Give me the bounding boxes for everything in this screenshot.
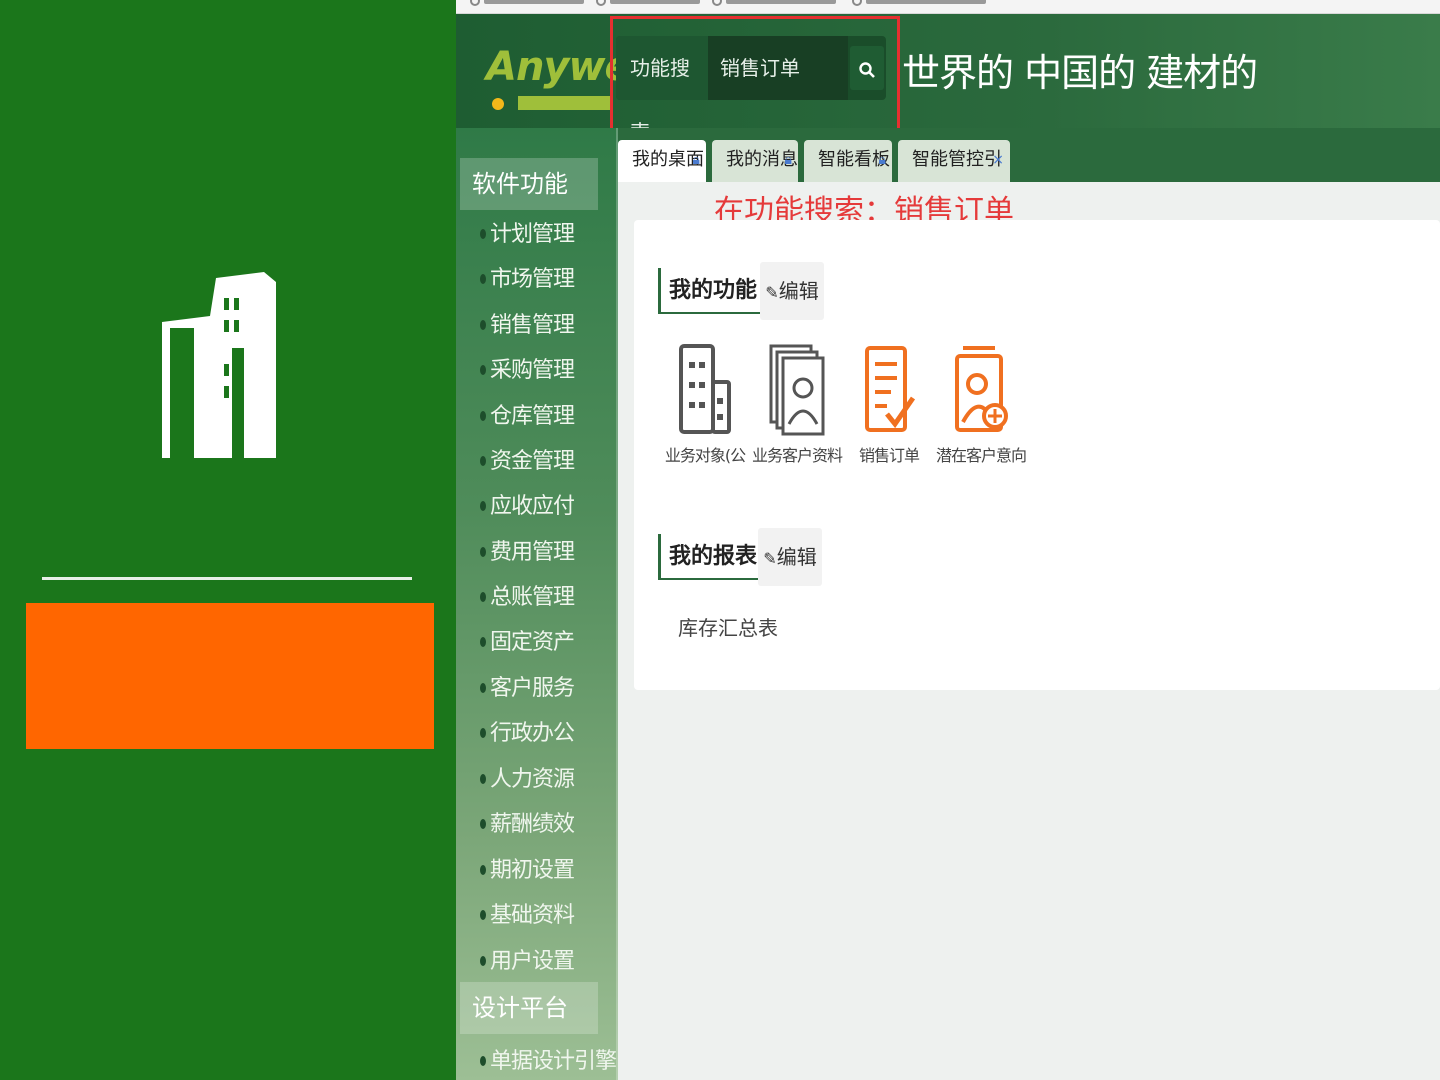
bullet-icon (480, 774, 486, 784)
sidebar-item-sales[interactable]: 销售管理 (490, 306, 575, 346)
bullet-icon (480, 274, 486, 284)
sidebar-section-software[interactable]: 软件功能 (460, 158, 598, 210)
sidebar-item-expenses[interactable]: 费用管理 (490, 533, 575, 573)
add-customer-icon (955, 346, 1008, 432)
contact-card-icon (769, 344, 825, 436)
sidebar-item-basic-data[interactable]: 基础资料 (490, 896, 575, 936)
sidebar-item-admin-office[interactable]: 行政办公 (490, 714, 575, 754)
bullet-icon (480, 637, 486, 647)
app-header: Anywell 功能搜索 ▾ 销售订单 世界的 中国的 建材的 (456, 14, 1440, 144)
sidebar-item-payroll[interactable]: 薪酬绩效 (490, 805, 575, 845)
bullet-icon (480, 547, 486, 557)
edit-icon: ✎ (765, 283, 779, 302)
sidebar-item-receivables[interactable]: 应收应付 (490, 487, 575, 527)
bookmark-icon (852, 0, 862, 6)
sidebar-item-customer-service[interactable]: 客户服务 (490, 669, 575, 709)
browser-bookmark-strip (456, 0, 1440, 14)
slide-divider (42, 577, 412, 580)
bullet-icon (480, 365, 486, 375)
app-label: 潜在客户意向 (936, 446, 1027, 465)
logo-subtitle-bar (518, 96, 610, 110)
bullet-icon (480, 910, 486, 920)
app-label: 业务客户资料 (752, 446, 843, 465)
my-functions-title-text: 我的功能 (669, 278, 758, 303)
app-label: 销售订单 (858, 446, 920, 465)
bullet-icon (480, 229, 486, 239)
sidebar-section-design[interactable]: 设计平台 (460, 982, 598, 1034)
building-icon (679, 344, 731, 434)
main-content: 在功能搜索：销售订单 我的功能 ⬥ ✎编辑 业务对象(公 (618, 182, 1440, 1080)
sidebar-item-hr[interactable]: 人力资源 (490, 760, 575, 800)
tab-my-messages[interactable]: 我的消息 🔒︎ (712, 140, 798, 182)
building-icon (162, 272, 276, 458)
edit-icon: ✎ (763, 549, 777, 568)
tab-smart-control[interactable]: 智能管控引擎 × (898, 140, 1010, 210)
sidebar-item-purchase[interactable]: 采购管理 (490, 351, 575, 391)
bullet-icon (480, 819, 486, 829)
search-highlight-box (610, 16, 900, 132)
app-label: 业务对象(公 (664, 446, 746, 465)
bullet-icon (480, 501, 486, 511)
report-inventory-summary[interactable]: 库存汇总表 (678, 612, 778, 641)
sidebar-item-initial-setup[interactable]: 期初设置 (490, 851, 575, 891)
bullet-icon (480, 683, 486, 693)
bullet-icon (480, 592, 486, 602)
slide-left-panel (0, 0, 456, 1080)
desktop-card: 我的功能 ⬥ ✎编辑 业务对象(公 (634, 220, 1440, 690)
lock-icon: 🔒︎ (784, 152, 792, 168)
app-sales-order[interactable]: 销售订单 (844, 342, 934, 472)
sidebar-item-user-settings[interactable]: 用户设置 (490, 942, 575, 982)
bookmark-item[interactable] (726, 0, 836, 4)
bookmark-item[interactable] (484, 0, 584, 4)
sidebar-item-form-design[interactable]: 单据设计引擎 (490, 1042, 617, 1080)
app-customer-profile[interactable]: 业务客户资料 (752, 342, 843, 472)
tab-bar: 我的桌面 🔒︎ 我的消息 🔒︎ 智能看板 🔒︎ 智能管控引擎 × (618, 128, 1440, 210)
bookmark-item[interactable] (866, 0, 986, 4)
bullet-icon (480, 865, 486, 875)
sidebar-item-fixed-assets[interactable]: 固定资产 (490, 623, 575, 663)
bookmark-icon (712, 0, 722, 6)
lock-icon: 🔒︎ (878, 152, 886, 168)
lock-icon: 🔒︎ (692, 152, 700, 168)
sidebar-item-warehouse[interactable]: 仓库管理 (490, 397, 575, 437)
anywell-logo[interactable]: Anywell (478, 36, 657, 116)
bullet-icon (480, 1056, 486, 1066)
app-business-object[interactable]: 业务对象(公 (660, 342, 750, 472)
app-potential-customer[interactable]: 潜在客户意向 (936, 342, 1027, 472)
edit-reports-button[interactable]: ✎编辑 (758, 528, 822, 586)
edit-functions-button[interactable]: ✎编辑 (760, 262, 824, 320)
sidebar-item-market[interactable]: 市场管理 (490, 260, 575, 300)
bullet-icon (480, 728, 486, 738)
sidebar-item-plan[interactable]: 计划管理 (490, 215, 575, 255)
logo-dot (492, 98, 504, 110)
bookmark-icon (470, 0, 480, 6)
bullet-icon (480, 956, 486, 966)
bullet-icon (480, 411, 486, 421)
sidebar-item-ledger[interactable]: 总账管理 (490, 578, 575, 618)
orange-banner (26, 603, 434, 749)
edit-label: 编辑 (776, 545, 817, 569)
bookmark-icon (596, 0, 606, 6)
my-reports-title-text: 我的报表 (669, 544, 758, 569)
app-screenshot: Anywell 功能搜索 ▾ 销售订单 世界的 中国的 建材的 软件功能 计划管… (456, 0, 1440, 1080)
bullet-icon (480, 320, 486, 330)
tab-smart-board[interactable]: 智能看板 🔒︎ (804, 140, 892, 182)
sidebar-item-funds[interactable]: 资金管理 (490, 442, 575, 482)
sidebar: 软件功能 计划管理 市场管理 销售管理 采购管理 仓库管理 资金管理 应收应付 … (456, 128, 618, 1080)
bookmark-item[interactable] (610, 0, 700, 4)
bullet-icon (480, 456, 486, 466)
order-checklist-icon (865, 346, 916, 432)
header-slogan: 世界的 中国的 建材的 (902, 51, 1258, 95)
close-icon[interactable]: × (992, 140, 1004, 180)
tab-my-desktop[interactable]: 我的桌面 🔒︎ (618, 140, 706, 182)
edit-label: 编辑 (778, 279, 819, 303)
